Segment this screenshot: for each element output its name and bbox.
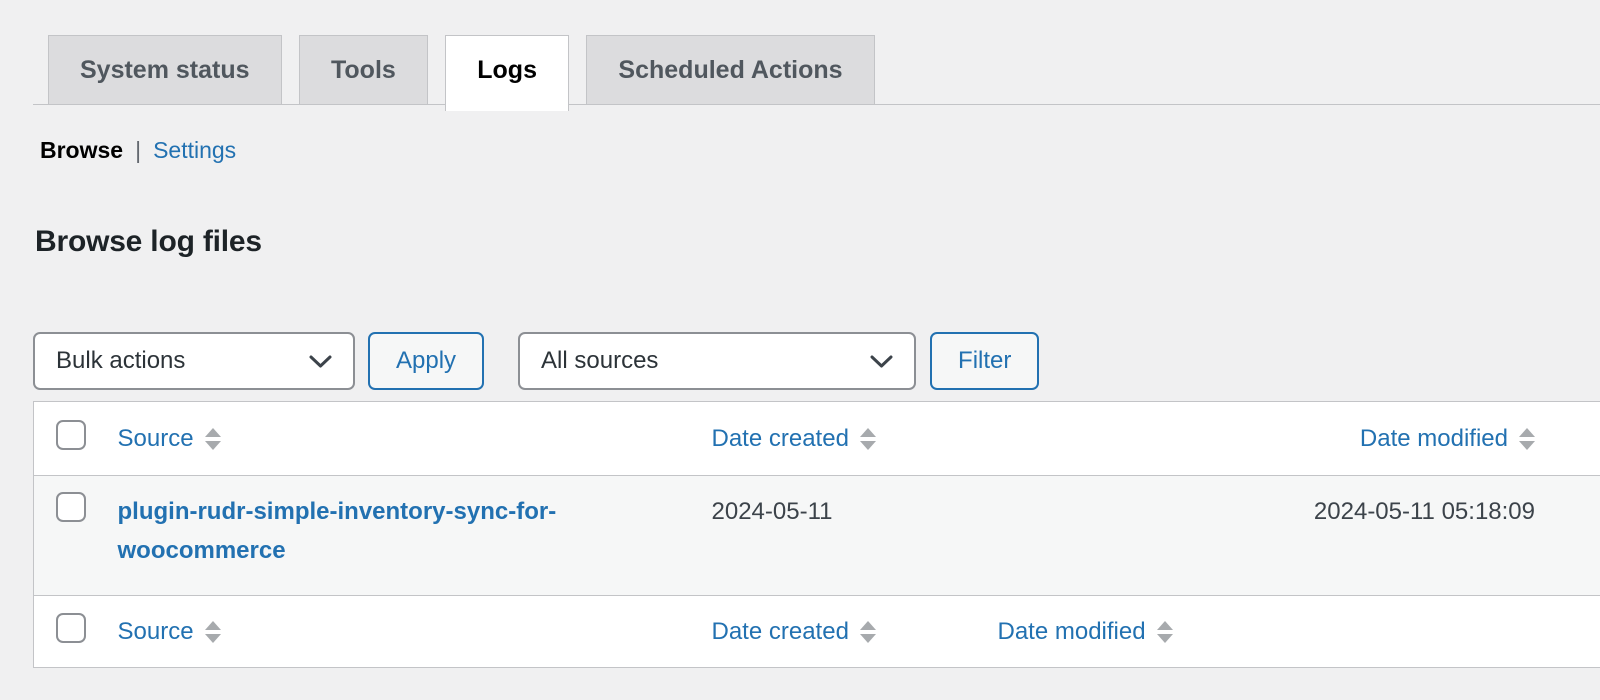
log-files-table: Source Date created Date modified plugin… xyxy=(33,401,1600,668)
log-file-link[interactable]: plugin-rudr-simple-inventory-sync-for-wo… xyxy=(118,492,670,570)
source-filter-value: All sources xyxy=(541,347,659,374)
subnav-browse[interactable]: Browse xyxy=(40,137,123,163)
date-created-cell: 2024-05-11 xyxy=(711,498,833,525)
sort-source-footer[interactable]: Source xyxy=(118,618,221,646)
select-all-checkbox[interactable] xyxy=(56,420,86,450)
sort-icon xyxy=(204,620,221,643)
subnav-separator: | xyxy=(135,137,142,163)
page-title: Browse log files xyxy=(35,225,262,258)
subnav-settings[interactable]: Settings xyxy=(153,137,236,163)
sort-icon xyxy=(859,620,876,643)
table-header-row: Source Date created Date modified xyxy=(33,401,1600,476)
bulk-actions-select[interactable]: Bulk actions xyxy=(33,332,355,390)
sort-date-modified-header[interactable]: Date modified xyxy=(1360,425,1535,453)
sort-icon xyxy=(1519,427,1535,450)
select-all-checkbox[interactable] xyxy=(56,613,86,643)
date-created-column-label: Date created xyxy=(711,424,849,452)
tab-system-status[interactable]: System status xyxy=(48,35,282,104)
table-footer-row: Source Date created Date modified xyxy=(33,595,1600,668)
sort-date-modified-footer[interactable]: Date modified xyxy=(998,618,1173,646)
status-page: System status Tools Logs Scheduled Actio… xyxy=(0,35,1600,668)
date-created-column-label: Date created xyxy=(711,617,849,645)
sort-icon xyxy=(1156,620,1173,643)
date-modified-cell: 2024-05-11 05:18:09 xyxy=(1313,498,1535,525)
toolbar: Bulk actions Apply All sources Filter xyxy=(33,332,1600,390)
sort-date-created-footer[interactable]: Date created xyxy=(712,618,876,646)
tab-bar-divider xyxy=(33,104,1600,105)
chevron-down-icon xyxy=(869,354,894,369)
source-column-label: Source xyxy=(117,424,194,452)
status-tab-bar: System status Tools Logs Scheduled Actio… xyxy=(0,35,1600,111)
tab-scheduled-actions[interactable]: Scheduled Actions xyxy=(586,35,875,104)
date-modified-column-label: Date modified xyxy=(997,617,1146,645)
filter-button[interactable]: Filter xyxy=(930,332,1040,390)
tab-tools[interactable]: Tools xyxy=(298,35,428,104)
log-file-row: plugin-rudr-simple-inventory-sync-for-wo… xyxy=(33,475,1600,596)
source-column-label: Source xyxy=(117,617,194,645)
logs-subnav: Browse | Settings xyxy=(40,136,1600,164)
sort-icon xyxy=(204,427,221,450)
apply-button[interactable]: Apply xyxy=(368,332,485,390)
tab-logs[interactable]: Logs xyxy=(445,35,569,111)
date-modified-column-label: Date modified xyxy=(1359,424,1508,452)
sort-source-header[interactable]: Source xyxy=(118,425,221,453)
row-checkbox[interactable] xyxy=(56,492,86,522)
chevron-down-icon xyxy=(308,354,333,369)
sort-date-created-header[interactable]: Date created xyxy=(712,425,876,453)
source-filter-select[interactable]: All sources xyxy=(518,332,917,390)
sort-icon xyxy=(859,427,876,450)
bulk-actions-value: Bulk actions xyxy=(56,347,186,374)
